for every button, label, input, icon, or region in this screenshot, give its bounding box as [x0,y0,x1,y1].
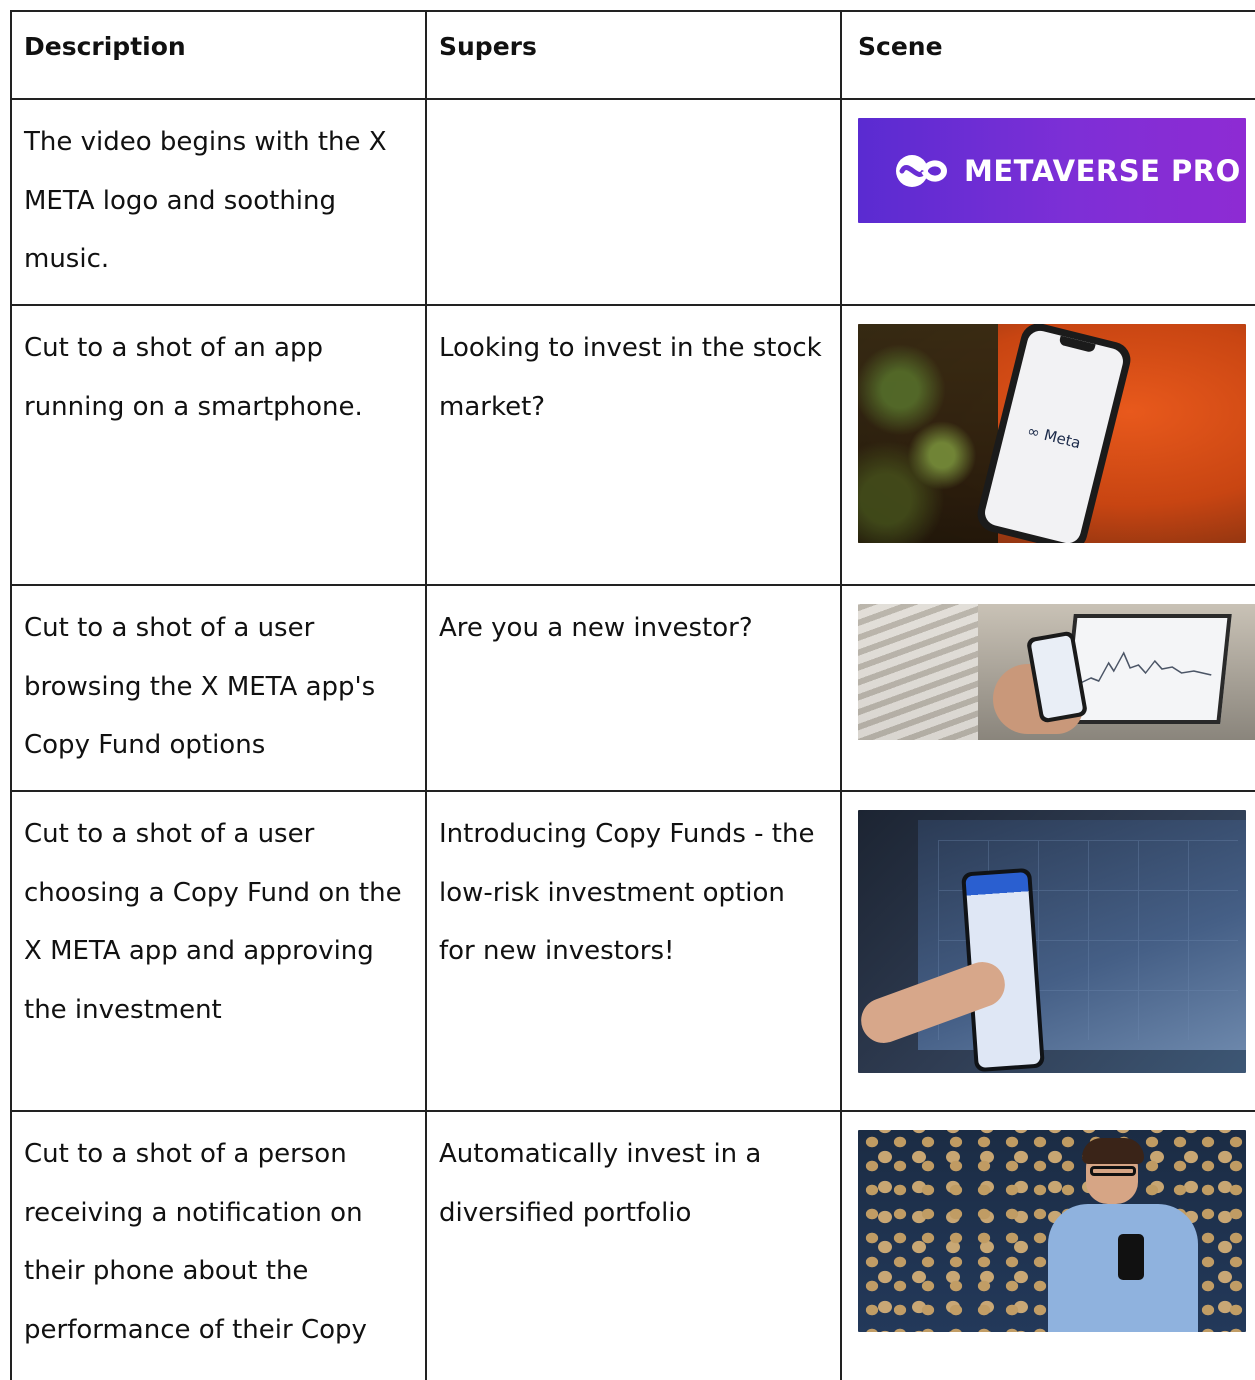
table-row: Cut to a shot of an app running on a sma… [10,306,1255,586]
scene-image-person-phone [858,1130,1246,1332]
glasses [1090,1166,1136,1176]
description-cell: Cut to a shot of an app running on a sma… [12,306,425,436]
held-phone [1118,1234,1144,1280]
scene-cell: ∞ Meta [842,306,1255,543]
description-text: The video begins with the X META logo an… [24,127,387,274]
laptop-screen [1062,614,1232,724]
phone-screen: ∞ Meta [982,328,1126,543]
description-text: Cut to a shot of a user browsing the X M… [24,613,376,760]
table-row: The video begins with the X META logo an… [10,100,1255,306]
striped-shirt [858,604,978,740]
description-cell: Cut to a shot of a person receiving a no… [12,1112,425,1359]
table-row: Cut to a shot of a person receiving a no… [10,1112,1255,1372]
handheld-phone-screen [1030,635,1084,719]
scene-cell [842,1112,1255,1332]
supers-text: Automatically invest in a diversified po… [439,1139,762,1228]
scene-cell [842,586,1255,740]
meta-infinity-icon: ∞ Meta [1025,421,1083,453]
scene-image-smartphone: ∞ Meta [858,324,1246,543]
scene-image-laptop-phone [858,604,1255,740]
hair [1082,1138,1144,1164]
scene-image-logo: METAVERSE PRO [858,118,1246,223]
header-scene: Scene [858,32,943,61]
logo-text: METAVERSE PRO [964,153,1241,188]
description-text: Cut to a shot of a person receiving a no… [24,1139,367,1345]
table-header-row: Description Supers Scene [10,10,1255,100]
supers-text: Introducing Copy Funds - the low-risk in… [439,819,815,966]
header-description: Description [24,32,186,61]
description-cell: The video begins with the X META logo an… [12,100,425,289]
scene-cell [842,792,1255,1073]
supers-cell: Introducing Copy Funds - the low-risk in… [427,792,840,981]
meta-wordmark: Meta [1042,425,1083,453]
scene-cell: METAVERSE PRO [842,100,1255,223]
supers-cell: Automatically invest in a diversified po… [427,1112,840,1242]
metaverse-logo-icon [896,154,948,187]
supers-cell: Looking to invest in the stock market? [427,306,840,436]
description-cell: Cut to a shot of a user browsing the X M… [12,586,425,775]
supers-cell: Are you a new investor? [427,586,840,658]
description-cell: Cut to a shot of a user choosing a Copy … [12,792,425,1039]
supers-cell [427,100,840,122]
description-text: Cut to a shot of a user choosing a Copy … [24,819,402,1025]
stock-chart-icon [1080,651,1212,684]
description-text: Cut to a shot of an app running on a sma… [24,333,363,422]
person [1048,1138,1198,1332]
scene-image-trading [858,810,1246,1073]
table-row: Cut to a shot of a user choosing a Copy … [10,792,1255,1112]
supers-text: Looking to invest in the stock market? [439,333,822,422]
table-row: Cut to a shot of a user browsing the X M… [10,586,1255,792]
header-supers: Supers [439,32,537,61]
supers-text: Are you a new investor? [439,613,753,643]
